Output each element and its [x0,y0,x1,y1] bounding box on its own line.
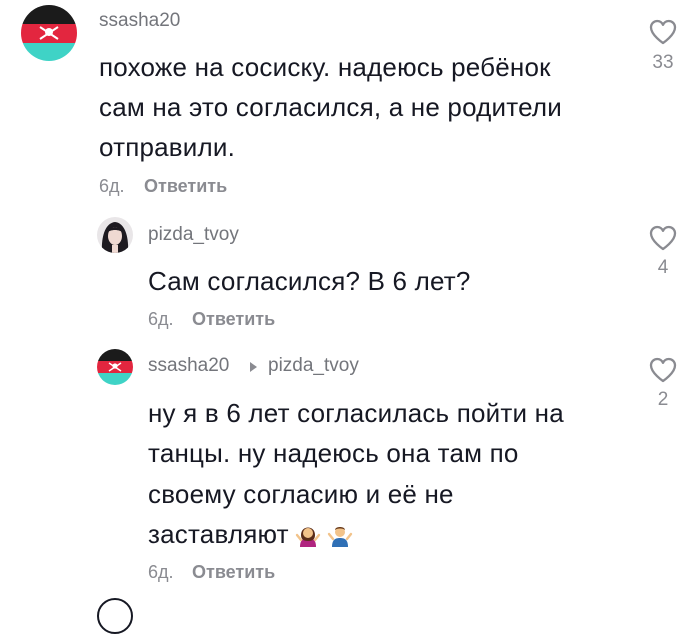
comment-date: 6д. [148,309,174,329]
comment-author[interactable]: ssasha20 [99,10,180,32]
reply-button[interactable]: Ответить [192,562,275,583]
comment-text-line-with-emoji: заставляют [148,519,353,550]
reply-target-user[interactable]: pizda_tvoy [268,355,359,377]
comment-text-line: ну я в 6 лет согласилась пойти на [148,398,564,428]
avatar-ssasha20[interactable] [21,5,77,61]
woman-shrugging-emoji-icon [295,521,321,547]
reply-arrow-icon [250,362,257,372]
like-count: 4 [657,257,669,278]
reply-button[interactable]: Ответить [192,309,275,330]
comment-text-line: сам на это согласился, а не родители [99,92,562,122]
heart-icon[interactable] [648,356,678,384]
next-comment-avatar-partial[interactable] [97,598,133,634]
reply-button[interactable]: Ответить [144,176,227,197]
comment-text-line: своему согласию и её не [148,479,454,509]
man-shrugging-emoji-icon [327,521,353,547]
comment-date: 6д. [99,176,125,196]
avatar-ssasha20[interactable] [97,349,133,385]
comment-text-line: Сам согласился? В 6 лет? [148,266,471,296]
heart-icon[interactable] [648,18,678,46]
comment-author[interactable]: pizda_tvoy [148,224,239,246]
avatar-pizda-tvoy[interactable] [97,217,133,253]
like-count: 2 [657,389,669,410]
comment-text-line: похоже на сосиску. надеюсь ребёнок [99,52,551,82]
heart-icon[interactable] [648,224,678,252]
comment-text-line: танцы. ну надеюсь она там по [148,438,519,468]
comment-text-line: отправили. [99,132,236,162]
comment-author[interactable]: ssasha20 [148,355,229,377]
comment-text: заставляют [148,519,289,549]
comment-date: 6д. [148,562,174,582]
like-count: 33 [652,52,674,73]
